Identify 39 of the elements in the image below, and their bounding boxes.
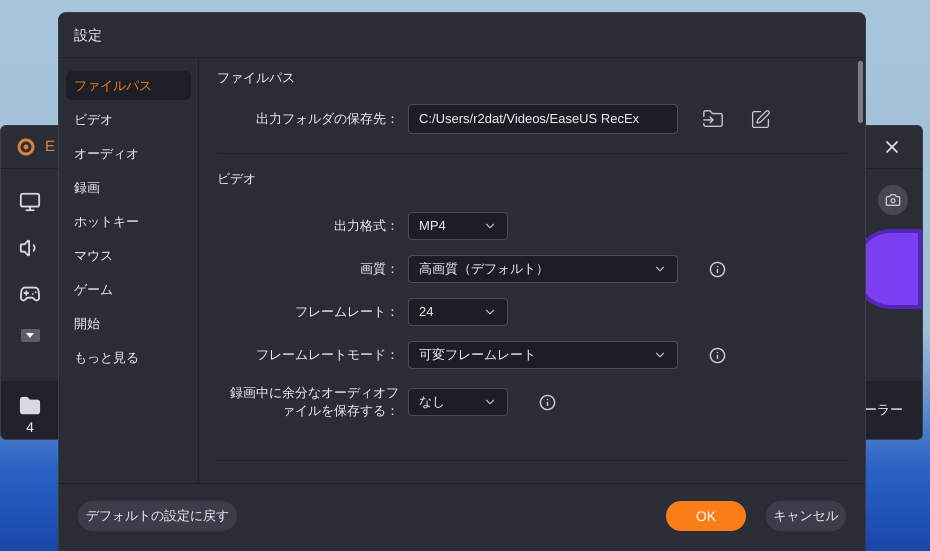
recordings-panel[interactable]: 4 bbox=[1, 381, 59, 439]
dropdown-select[interactable]: 24 bbox=[408, 298, 508, 326]
sidebar-item[interactable]: マウス bbox=[66, 241, 191, 270]
setting-label: フレームレート： bbox=[294, 303, 399, 321]
sidebar-item[interactable]: ゲーム bbox=[66, 275, 191, 304]
reset-defaults-button[interactable]: デフォルトの設定に戻す bbox=[78, 501, 237, 531]
sidebar-item[interactable]: ファイルパス bbox=[66, 71, 191, 100]
sidebar-item[interactable]: 開始 bbox=[66, 309, 191, 338]
app-title: E bbox=[45, 136, 56, 157]
section-title: ファイルパス bbox=[217, 69, 296, 87]
cancel-button[interactable]: キャンセル bbox=[766, 501, 846, 531]
setting-label: 画質： bbox=[359, 260, 399, 278]
info-icon[interactable] bbox=[709, 260, 726, 278]
setting-label: 録画中に余分なオーディオファイルを保存する： bbox=[229, 384, 399, 420]
sidebar-item[interactable]: オーディオ bbox=[66, 139, 191, 168]
camera-icon[interactable] bbox=[878, 185, 908, 215]
dropdown-select[interactable]: なし bbox=[408, 388, 508, 416]
folder-count: 4 bbox=[26, 418, 34, 437]
info-icon[interactable] bbox=[539, 394, 556, 410]
edit-icon[interactable] bbox=[750, 108, 771, 130]
info-icon[interactable] bbox=[709, 346, 726, 364]
dropdown-select[interactable]: 可変フレームレート bbox=[408, 341, 678, 369]
sidebar-item[interactable]: ビデオ bbox=[66, 105, 191, 134]
logo-icon bbox=[17, 138, 35, 156]
folder-arrow-icon[interactable] bbox=[702, 108, 724, 130]
dropdown-select[interactable]: MP4 bbox=[408, 212, 508, 240]
sidebar-item[interactable]: 録画 bbox=[66, 173, 191, 202]
dropdown-select[interactable]: 高画質（デフォルト） bbox=[408, 255, 678, 283]
scrollbar-thumb[interactable] bbox=[858, 61, 863, 123]
setting-label: 出力格式： bbox=[333, 217, 399, 235]
sidebar-item[interactable]: ホットキー bbox=[66, 207, 191, 236]
setting-label: 出力フォルダの保存先： bbox=[255, 110, 399, 128]
section-title: ビデオ bbox=[217, 170, 257, 188]
sidebar-item[interactable]: もっと見る bbox=[66, 343, 191, 372]
monitor-icon[interactable] bbox=[19, 191, 41, 213]
setting-label: フレームレートモード： bbox=[255, 346, 399, 364]
dialog-title: 設定 bbox=[59, 13, 865, 58]
folder-path-field[interactable]: C:/Users/r2dat/Videos/EaseUS RecEx bbox=[408, 104, 678, 134]
folder-icon bbox=[19, 395, 41, 417]
